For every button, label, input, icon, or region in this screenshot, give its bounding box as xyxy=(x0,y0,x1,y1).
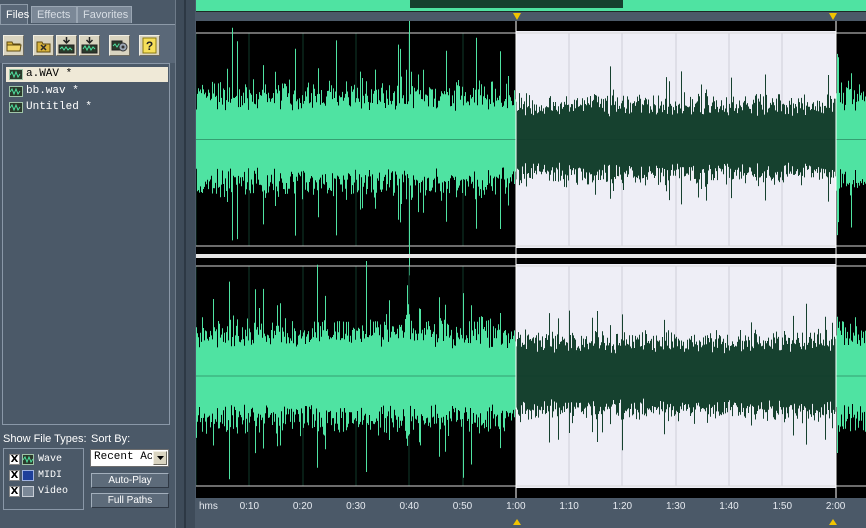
sort-by-value: Recent Ac xyxy=(94,451,152,463)
tab-files[interactable]: Files xyxy=(0,4,29,24)
time-unit-label: hms xyxy=(199,501,218,512)
open-file-button[interactable] xyxy=(3,35,24,56)
file-name: a.WAV * xyxy=(26,68,73,80)
midi-icon xyxy=(22,470,34,481)
file-item-untitled[interactable]: Untitled * xyxy=(6,100,168,115)
time-tick-label: 0:20 xyxy=(292,501,313,512)
insert-multitrack-button[interactable] xyxy=(56,35,77,56)
file-item-a-wav[interactable]: a.WAV * xyxy=(6,67,168,82)
insert-into-multitrack-icon xyxy=(58,37,75,54)
wave-checkbox[interactable]: X xyxy=(9,454,20,465)
time-tick-label: 1:00 xyxy=(506,501,526,512)
time-tick-label: 1:30 xyxy=(665,501,686,512)
time-tick-label: 2:00 xyxy=(825,501,846,512)
wave-file-icon xyxy=(9,86,23,97)
insert-cd-button[interactable] xyxy=(79,35,100,56)
wave-icon xyxy=(22,454,34,465)
video-icon xyxy=(22,486,34,497)
files-toolbar: ? xyxy=(0,24,175,63)
waveform-canvas[interactable] xyxy=(196,21,866,498)
channel-divider xyxy=(196,254,866,258)
show-file-types-label: Show File Types: xyxy=(3,433,87,445)
wave-file-icon xyxy=(9,102,23,113)
selection-end-marker-bottom[interactable] xyxy=(829,519,837,525)
auto-play-button[interactable]: Auto-Play xyxy=(91,473,169,488)
selection-end-marker[interactable] xyxy=(829,13,837,20)
time-ruler[interactable]: hms 0:10 0:20 0:30 0:40 0:50 1:00 1:10 1:20 1:30… xyxy=(196,498,866,518)
file-item-bb-wav[interactable]: bb.wav * xyxy=(6,84,168,99)
chevron-down-icon[interactable] xyxy=(153,451,167,465)
tab-favorites[interactable]: Favorites xyxy=(77,6,132,23)
file-type-filters: X Wave X MIDI X Video xyxy=(3,448,84,510)
time-tick-label: 1:10 xyxy=(559,501,579,512)
file-name: bb.wav * xyxy=(26,85,79,97)
time-tick-label: 0:50 xyxy=(452,501,473,512)
sort-by-label: Sort By: xyxy=(91,433,131,445)
files-panel: Files Effects Favorites ? a.WAV * bb.wav… xyxy=(0,0,175,528)
video-checkbox[interactable]: X xyxy=(9,486,20,497)
settings-icon xyxy=(111,40,128,52)
time-tick-label: 1:40 xyxy=(719,501,739,512)
time-tick-label: 0:10 xyxy=(239,501,260,512)
wave-file-icon xyxy=(9,69,23,80)
options-button[interactable] xyxy=(109,35,130,56)
overview-visible-range[interactable] xyxy=(410,0,623,8)
panel-splitter[interactable] xyxy=(175,0,195,528)
help-button[interactable]: ? xyxy=(139,35,160,56)
selection-start-marker-bottom[interactable] xyxy=(513,519,521,525)
time-tick-label: 0:40 xyxy=(399,501,419,512)
close-file-button[interactable] xyxy=(33,35,54,56)
open-folder-icon xyxy=(6,41,22,52)
selection-start-marker[interactable] xyxy=(513,13,521,20)
waveform-overview-bar[interactable] xyxy=(196,0,866,12)
file-list[interactable]: a.WAV * bb.wav * Untitled * xyxy=(2,63,170,425)
top-selection-ruler[interactable] xyxy=(196,12,866,21)
help-icon: ? xyxy=(142,37,157,54)
insert-into-cd-icon xyxy=(81,37,98,54)
waveform-display[interactable] xyxy=(196,21,866,498)
full-paths-button[interactable]: Full Paths xyxy=(91,493,169,508)
sort-by-dropdown[interactable]: Recent Ac xyxy=(90,449,169,467)
file-name: Untitled * xyxy=(26,101,93,113)
time-tick-label: 0:30 xyxy=(346,501,366,512)
tab-effects[interactable]: Effects xyxy=(31,6,77,23)
close-file-icon xyxy=(36,41,51,53)
midi-checkbox[interactable]: X xyxy=(9,470,20,481)
bottom-selection-ruler[interactable] xyxy=(196,518,866,528)
time-tick-label: 1:20 xyxy=(612,501,633,512)
svg-text:?: ? xyxy=(146,39,153,53)
time-tick-label: 1:50 xyxy=(772,501,793,512)
